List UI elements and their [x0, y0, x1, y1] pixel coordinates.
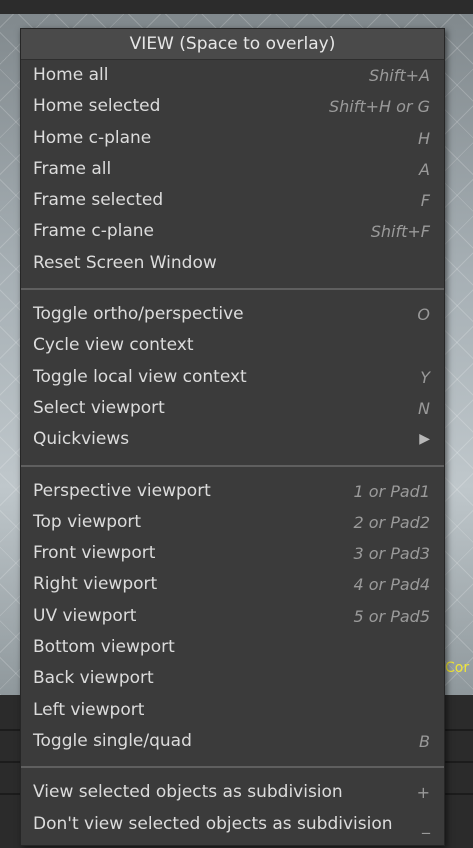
- menu-item-top-viewport[interactable]: Top viewport 2 or Pad2: [21, 507, 444, 538]
- menu-item-shortcut: Y: [420, 367, 430, 387]
- menu-item-shortcut: +: [416, 783, 430, 803]
- menu-item-label: View selected objects as subdivision: [33, 782, 343, 803]
- menu-section-home-frame: Home all Shift+A Home selected Shift+H o…: [21, 60, 444, 279]
- menu-separator: [21, 757, 444, 777]
- menu-section-viewports: Perspective viewport 1 or Pad1 Top viewp…: [21, 476, 444, 758]
- menu-item-shortcut: 5 or Pad5: [353, 606, 430, 626]
- menu-item-label: Quickviews: [33, 429, 130, 450]
- menu-item-shortcut: Shift+A: [369, 66, 430, 85]
- menu-item-toggle-ortho-perspective[interactable]: Toggle ortho/perspective O: [21, 299, 444, 330]
- menu-item-shortcut: F: [420, 191, 430, 211]
- menu-item-uv-viewport[interactable]: UV viewport 5 or Pad5: [21, 601, 444, 632]
- menu-item-label: UV viewport: [33, 605, 137, 626]
- menu-item-view-as-subdivision[interactable]: View selected objects as subdivision +: [21, 777, 444, 808]
- menu-item-toggle-single-quad[interactable]: Toggle single/quad B: [21, 726, 444, 757]
- menu-item-shortcut: Shift+F: [370, 222, 430, 242]
- menu-item-dont-view-as-subdivision[interactable]: Don't view selected objects as subdivisi…: [21, 809, 444, 840]
- menu-item-label: Front viewport: [33, 543, 156, 564]
- menu-item-label: Home all: [33, 65, 109, 85]
- menu-item-shortcut: A: [419, 159, 430, 179]
- menu-item-label: Don't view selected objects as subdivisi…: [33, 813, 393, 834]
- menu-item-label: Frame c-plane: [33, 221, 155, 242]
- menu-item-label: Left viewport: [33, 699, 145, 720]
- menu-item-label: Reset Screen Window: [33, 252, 217, 273]
- menu-item-label: Bottom viewport: [33, 637, 175, 658]
- menu-item-label: Home c-plane: [33, 127, 152, 148]
- menu-item-frame-all[interactable]: Frame all A: [21, 154, 444, 185]
- menu-item-select-viewport[interactable]: Select viewport N: [21, 393, 444, 424]
- menu-item-shortcut: _: [422, 814, 430, 834]
- menu-item-back-viewport[interactable]: Back viewport: [21, 663, 444, 694]
- menu-item-perspective-viewport[interactable]: Perspective viewport 1 or Pad1: [21, 476, 444, 507]
- menu-section-view-context: Toggle ortho/perspective O Cycle view co…: [21, 299, 444, 455]
- menu-item-label: Frame all: [33, 158, 112, 179]
- menu-separator: [21, 456, 444, 476]
- menu-item-shortcut: 2 or Pad2: [353, 512, 430, 532]
- viewport-overlay-text: Cor: [445, 660, 470, 676]
- menu-item-reset-screen-window[interactable]: Reset Screen Window: [21, 248, 444, 279]
- menu-item-shortcut: O: [417, 305, 430, 325]
- submenu-arrow-icon: ▶: [419, 431, 430, 448]
- menu-item-shortcut: H: [417, 128, 430, 148]
- menu-item-front-viewport[interactable]: Front viewport 3 or Pad3: [21, 538, 444, 569]
- menu-item-home-c-plane[interactable]: Home c-plane H: [21, 123, 444, 154]
- menu-item-label: Top viewport: [33, 511, 142, 532]
- menu-item-label: Toggle local view context: [33, 366, 247, 387]
- menu-item-shortcut: 1 or Pad1: [353, 481, 430, 501]
- menu-item-right-viewport[interactable]: Right viewport 4 or Pad4: [21, 569, 444, 600]
- menu-item-label: Toggle ortho/perspective: [33, 304, 244, 325]
- menu-item-label: Back viewport: [33, 668, 154, 689]
- menu-item-label: Toggle single/quad: [33, 730, 192, 751]
- menu-item-shortcut: 3 or Pad3: [353, 544, 430, 564]
- menu-item-home-all[interactable]: Home all Shift+A: [21, 60, 444, 91]
- menu-title: VIEW (Space to overlay): [21, 29, 444, 60]
- menu-item-quickviews[interactable]: Quickviews ▶: [21, 424, 444, 455]
- menu-item-label: Cycle view context: [33, 335, 194, 356]
- menu-item-frame-c-plane[interactable]: Frame c-plane Shift+F: [21, 216, 444, 247]
- menu-item-bottom-viewport[interactable]: Bottom viewport: [21, 632, 444, 663]
- menu-item-shortcut: B: [419, 731, 430, 751]
- menu-section-subdivision: View selected objects as subdivision + D…: [21, 777, 444, 840]
- menu-item-label: Right viewport: [33, 574, 158, 595]
- menu-separator: [21, 279, 444, 299]
- menu-item-home-selected[interactable]: Home selected Shift+H or G: [21, 91, 444, 122]
- menu-item-label: Home selected: [33, 96, 161, 117]
- view-context-menu: VIEW (Space to overlay) Home all Shift+A…: [20, 28, 445, 846]
- menu-item-frame-selected[interactable]: Frame selected F: [21, 185, 444, 216]
- menu-item-left-viewport[interactable]: Left viewport: [21, 695, 444, 726]
- top-bar: [0, 0, 473, 14]
- menu-item-shortcut: Shift+H or G: [328, 97, 430, 117]
- menu-item-cycle-view-context[interactable]: Cycle view context: [21, 330, 444, 361]
- menu-item-label: Frame selected: [33, 190, 164, 211]
- menu-item-shortcut: 4 or Pad4: [353, 575, 430, 595]
- menu-item-label: Perspective viewport: [33, 480, 211, 501]
- menu-item-shortcut: N: [418, 398, 430, 418]
- menu-item-label: Select viewport: [33, 397, 165, 418]
- menu-item-toggle-local-view-context[interactable]: Toggle local view context Y: [21, 362, 444, 393]
